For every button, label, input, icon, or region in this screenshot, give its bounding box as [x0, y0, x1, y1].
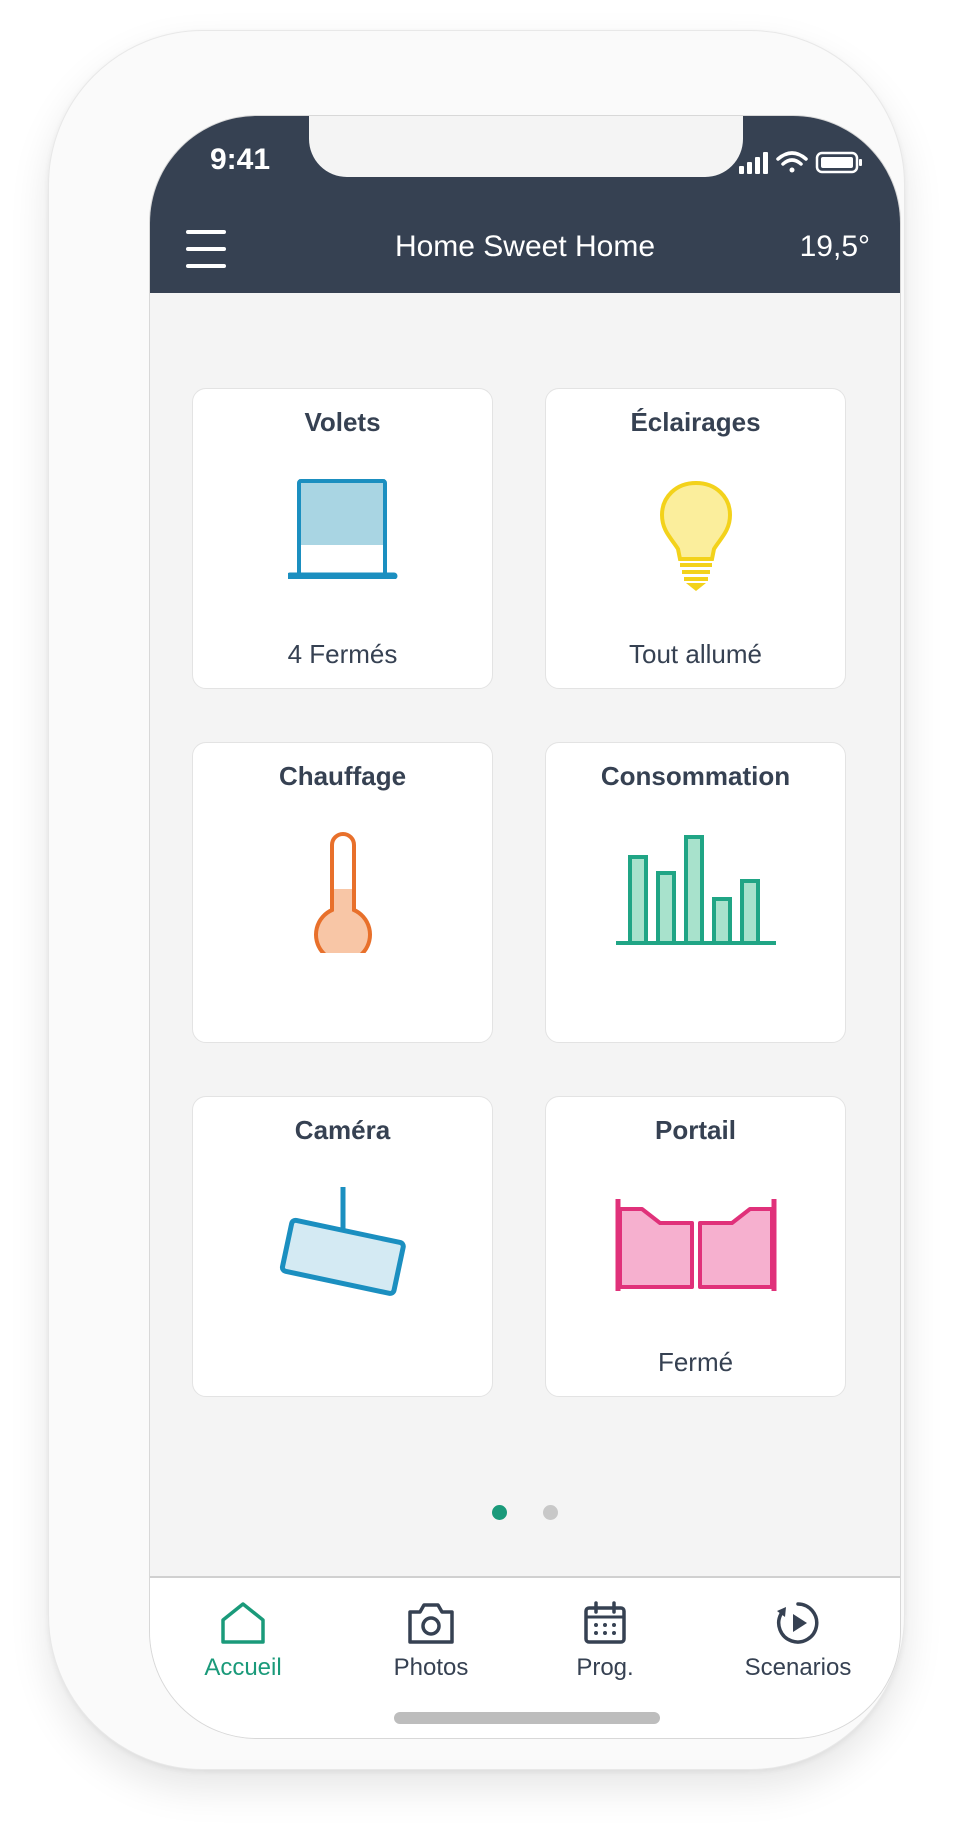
- status-icons: [739, 151, 862, 174]
- card-title: Volets: [304, 407, 381, 437]
- device-notch: [309, 116, 743, 177]
- card-title: Consommation: [600, 761, 791, 791]
- tab-photos[interactable]: Photos: [351, 1600, 511, 1682]
- card-status: 4 Fermés: [287, 639, 398, 669]
- app-header: 9:41 Home Sweet Home 19,5°: [150, 116, 900, 293]
- card-eclairages[interactable]: Éclairages Tout allumé: [545, 388, 846, 689]
- card-volets[interactable]: Volets 4 Fermés: [192, 388, 493, 689]
- tab-label: Prog.: [576, 1654, 634, 1681]
- tab-accueil[interactable]: Accueil: [163, 1600, 323, 1682]
- tab-prog[interactable]: Prog.: [525, 1600, 685, 1682]
- calendar-icon: [584, 1601, 626, 1644]
- status-time: 9:41: [210, 143, 271, 176]
- shutter-icon: [287, 479, 397, 579]
- tab-label: Accueil: [204, 1654, 282, 1681]
- tab-label: Photos: [393, 1654, 469, 1681]
- card-title: Éclairages: [630, 407, 761, 437]
- card-consommation[interactable]: Consommation: [545, 742, 846, 1043]
- gate-icon: [615, 1199, 776, 1291]
- camera-icon: [279, 1187, 406, 1296]
- menu-line: [186, 264, 226, 268]
- card-title: Chauffage: [278, 761, 407, 791]
- app-screen: 9:41 Home Sweet Home 19,5° Volets 4 Ferm…: [149, 115, 901, 1739]
- card-portail[interactable]: Portail Fermé: [545, 1096, 846, 1397]
- card-title: Caméra: [294, 1115, 391, 1145]
- home-indicator: [394, 1712, 660, 1724]
- card-title: Portail: [655, 1115, 736, 1145]
- battery-icon: [815, 151, 862, 174]
- phone-frame: 9:41 Home Sweet Home 19,5° Volets 4 Ferm…: [48, 30, 905, 1770]
- signal-icon: [739, 152, 768, 174]
- card-status: Fermé: [657, 1347, 734, 1377]
- play-history-icon: [777, 1602, 819, 1644]
- card-status: Tout allumé: [629, 639, 762, 669]
- thermometer-icon: [313, 832, 372, 953]
- page-indicator: [150, 1505, 900, 1524]
- camera-outline-icon: [408, 1603, 454, 1644]
- tab-label: Scenarios: [744, 1654, 852, 1681]
- bar-chart-icon: [615, 835, 776, 945]
- card-chauffage[interactable]: Chauffage: [192, 742, 493, 1043]
- card-camera[interactable]: Caméra: [192, 1096, 493, 1397]
- wifi-icon: [776, 151, 808, 173]
- page-dot[interactable]: [542, 1505, 558, 1520]
- page-title: Home Sweet Home: [394, 230, 656, 263]
- temperature-readout: 19,5°: [799, 230, 870, 263]
- home-icon: [221, 1602, 265, 1644]
- tab-scenarios[interactable]: Scenarios: [718, 1600, 878, 1682]
- page-dot-active[interactable]: [492, 1505, 508, 1520]
- lightbulb-icon: [659, 480, 732, 591]
